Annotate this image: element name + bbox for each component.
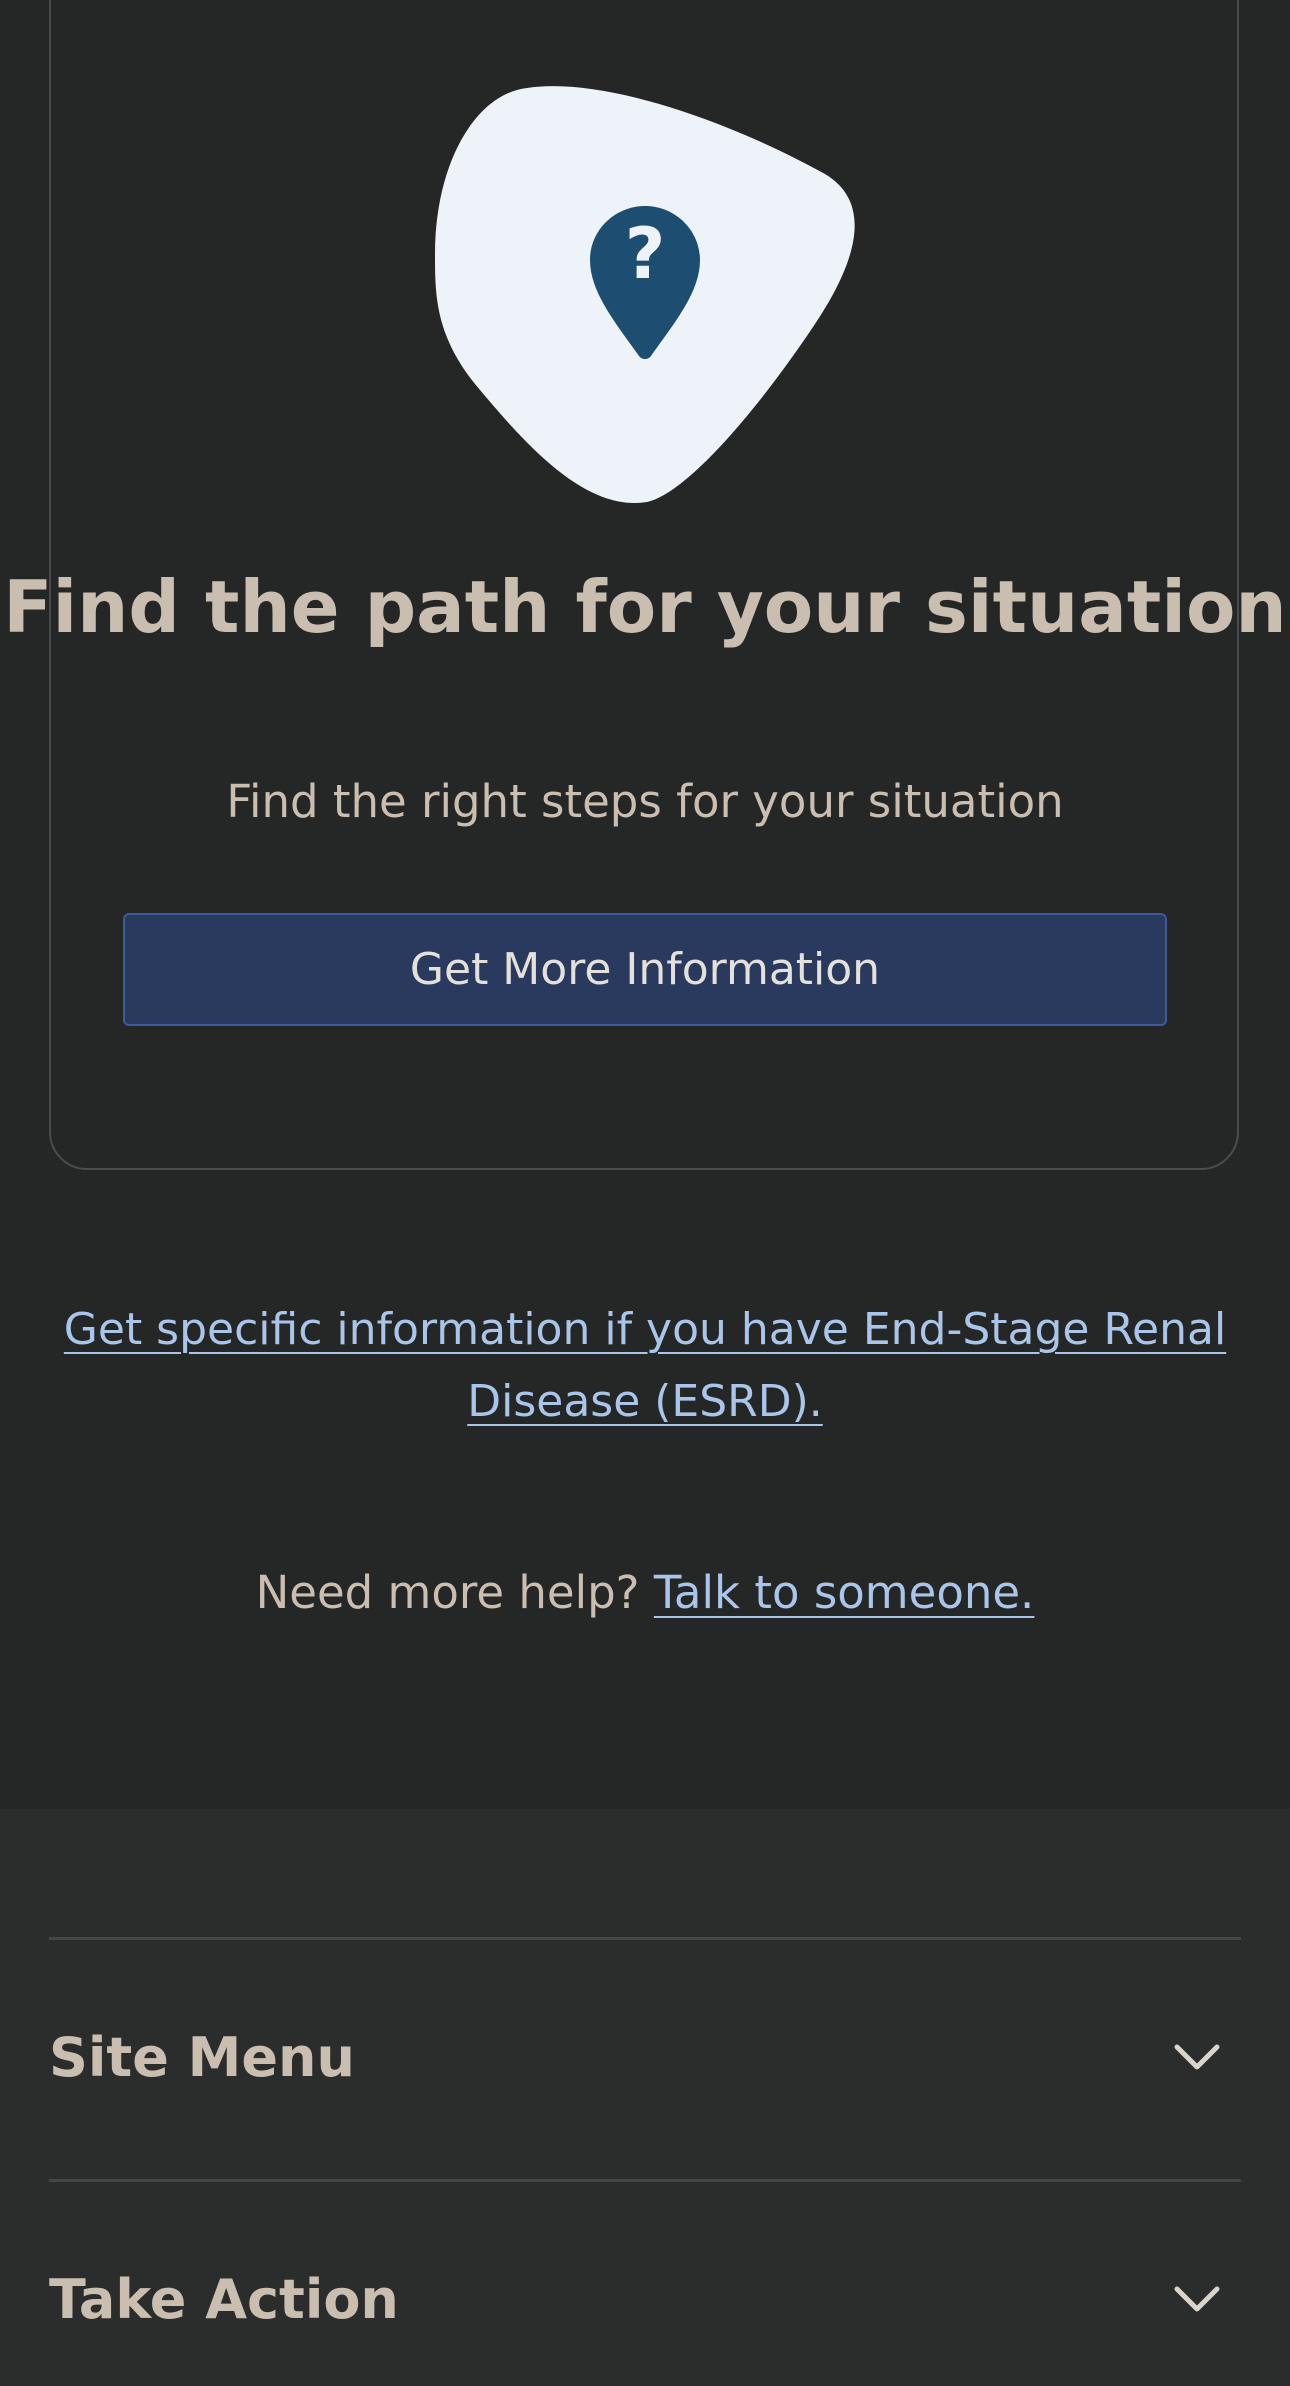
chevron-down-icon — [1174, 2286, 1220, 2312]
esrd-info-link[interactable]: Get specific information if you have End… — [40, 1294, 1250, 1438]
need-help-line: Need more help? Talk to someone. — [0, 1558, 1290, 1628]
talk-to-someone-link[interactable]: Talk to someone. — [654, 1566, 1035, 1619]
card-subtitle: Find the right steps for your situation — [226, 775, 1064, 828]
chevron-down-icon — [1174, 2044, 1220, 2070]
site-footer: Site Menu Take Action — [0, 1809, 1290, 2386]
card-title: Find the path for your situation — [3, 565, 1287, 649]
svg-text:?: ? — [625, 213, 666, 295]
need-help-text: Need more help? — [255, 1566, 640, 1619]
take-action-accordion[interactable]: Take Action — [49, 2179, 1241, 2386]
take-action-label: Take Action — [49, 2268, 399, 2331]
page: ? Find the path for your situation Find … — [0, 0, 1290, 2386]
question-location-pin-icon: ? — [435, 86, 855, 503]
get-more-information-button[interactable]: Get More Information — [123, 913, 1167, 1026]
site-menu-label: Site Menu — [49, 2026, 355, 2089]
site-menu-accordion[interactable]: Site Menu — [49, 1937, 1241, 2179]
